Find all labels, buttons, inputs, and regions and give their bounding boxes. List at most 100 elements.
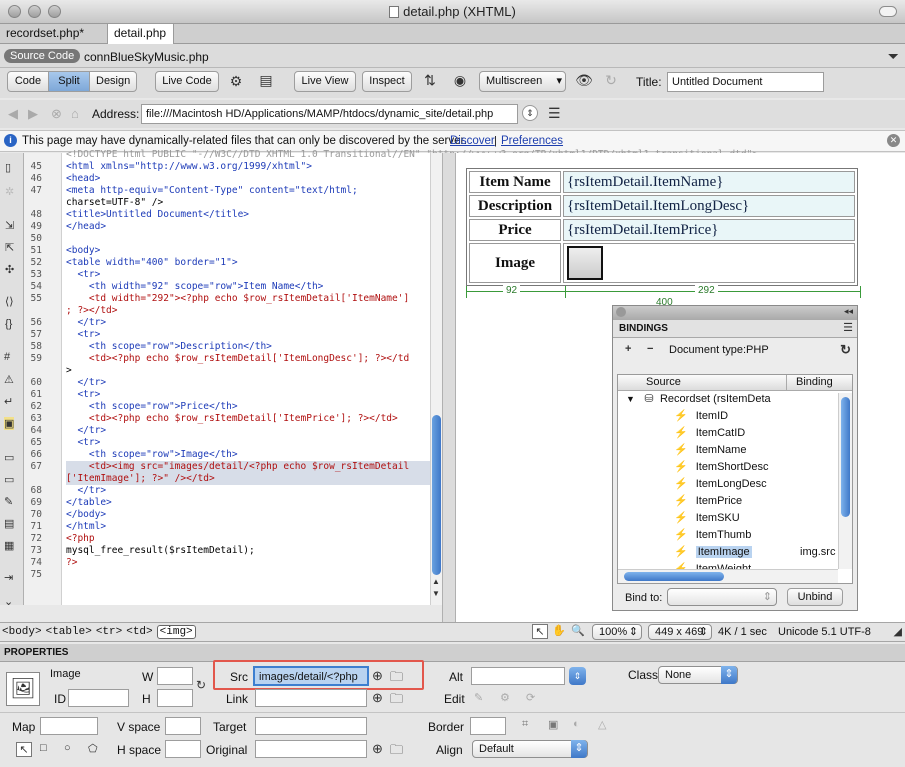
binding-field-row[interactable]: ⚡ ItemThumb <box>674 527 834 544</box>
link-point-to-file-icon[interactable]: ⊕ <box>372 690 383 706</box>
width-input[interactable] <box>157 667 193 685</box>
table-header-cell[interactable]: Description <box>469 195 561 217</box>
address-dropdown-icon[interactable]: ⇕ <box>522 105 538 121</box>
code-line[interactable]: ; ?></td> <box>66 305 430 317</box>
refresh-icon[interactable]: ↻ <box>602 72 620 89</box>
collapse-full-tag-icon[interactable]: ⇲ <box>5 219 14 232</box>
split-view-button[interactable]: Split <box>48 71 90 92</box>
design-view-button[interactable]: Design <box>89 71 137 92</box>
properties-title[interactable]: PROPERTIES <box>4 647 68 658</box>
source-column-header[interactable]: Source <box>646 376 681 388</box>
bind-to-select[interactable]: ⇕ <box>667 588 777 606</box>
code-line[interactable]: mysql_free_result($rsItemDetail); <box>66 545 430 557</box>
original-input[interactable] <box>255 740 367 758</box>
code-line[interactable]: <td><img src="images/detail/<?php echo $… <box>66 461 430 473</box>
code-line[interactable]: <th scope="row">Image</th> <box>66 449 430 461</box>
code-line[interactable]: charset=UTF-8" /> <box>66 197 430 209</box>
stop-icon[interactable]: ⊗ <box>51 106 62 122</box>
visual-aids-icon[interactable]: 👁 <box>573 72 595 89</box>
validate-icon[interactable]: ▤ <box>254 72 278 89</box>
code-view-button[interactable]: Code <box>7 71 49 92</box>
code-line[interactable]: <meta http-equiv="Content-Type" content=… <box>66 185 430 197</box>
code-scrollbar[interactable]: ▲ ▼ <box>430 153 442 605</box>
table-header-cell[interactable]: Price <box>469 219 561 241</box>
syntax-coloring-icon[interactable]: ▣ <box>4 417 15 430</box>
col2-width-label[interactable]: 292 <box>695 285 718 296</box>
code-line[interactable]: ['ItemImage']; ?>" /></td> <box>66 473 430 485</box>
class-select[interactable]: None ⇕ <box>658 666 738 684</box>
wrap-tag-icon[interactable]: ✎ <box>4 495 13 508</box>
collapse-panel-icon[interactable]: ◂◂ <box>844 306 853 317</box>
code-line[interactable]: </html> <box>66 521 430 533</box>
binding-field-row[interactable]: ⚡ ItemCatID <box>674 425 834 442</box>
code-scroll-thumb[interactable] <box>432 415 441 575</box>
polygon-hotspot-icon[interactable]: ⬠ <box>88 742 98 755</box>
rectangle-hotspot-icon[interactable]: □ <box>40 742 47 754</box>
move-css-icon[interactable]: ▦ <box>4 539 14 552</box>
tree-hscroll[interactable] <box>618 569 838 583</box>
binding-field-row[interactable]: ⚡ ItemShortDesc <box>674 459 834 476</box>
src-input[interactable]: images/detail/<?php <box>253 666 369 686</box>
binding-field-row[interactable]: ⚡ ItemSKU <box>674 510 834 527</box>
alt-dropdown-icon[interactable]: ⇕ <box>569 667 586 685</box>
live-view-options-icon[interactable]: ☰ <box>548 105 561 122</box>
vspace-input[interactable] <box>165 717 201 735</box>
highlight-invalid-code-icon[interactable]: ⚠ <box>4 373 14 386</box>
hand-tool-icon[interactable]: ✋ <box>551 624 567 637</box>
home-icon[interactable]: ⌂ <box>71 106 79 121</box>
binding-field-row[interactable]: ⚡ ItemImage img.src <box>674 544 835 561</box>
live-code-button[interactable]: Live Code <box>155 71 219 92</box>
code-line[interactable]: > <box>66 365 430 377</box>
code-line[interactable]: <html xmlns="http://www.w3.org/1999/xhtm… <box>66 161 430 173</box>
select-parent-tag-icon[interactable]: ⟨⟩ <box>5 295 14 308</box>
alt-input[interactable] <box>471 667 565 685</box>
bindings-tree[interactable]: Source Binding ▼ ⛁ Recordset (rsItemDeta … <box>617 374 853 584</box>
original-browse-folder-icon[interactable]: 🗀 <box>390 741 403 763</box>
circle-hotspot-icon[interactable]: ○ <box>64 742 71 754</box>
binding-field-row[interactable]: ⚡ ItemLongDesc <box>674 476 834 493</box>
code-line[interactable]: </tr> <box>66 485 430 497</box>
address-input[interactable]: file:///Macintosh HD/Applications/MAMP/h… <box>141 104 518 124</box>
apply-comment-icon[interactable]: ▭ <box>4 451 14 464</box>
tab-recordset[interactable]: recordset.php* <box>0 24 108 44</box>
point-to-file-icon[interactable]: ⊕ <box>372 668 383 684</box>
reset-size-icon[interactable]: ↻ <box>196 678 206 692</box>
link-browse-folder-icon[interactable]: 🗀 <box>390 690 403 712</box>
brightness-contrast-icon[interactable]: ◐ <box>573 718 580 730</box>
resample-icon[interactable]: ▣ <box>548 718 558 731</box>
binding-field-row[interactable]: ⚡ ItemID <box>674 408 834 425</box>
code-line[interactable] <box>66 569 430 581</box>
multiscreen-button[interactable]: Multiscreen ▾ <box>479 71 566 92</box>
binding-field-row[interactable]: ⚡ ItemPrice <box>674 493 834 510</box>
tag-selector-item[interactable]: <table> <box>46 626 92 638</box>
word-wrap-icon[interactable]: ↵ <box>4 395 13 408</box>
panel-titlebar[interactable]: ◂◂ <box>613 306 857 320</box>
back-icon[interactable]: ◀ <box>8 106 18 122</box>
remove-comment-icon[interactable]: ▭ <box>4 473 14 486</box>
code-line[interactable]: <td width="292"><?php echo $row_rsItemDe… <box>66 293 430 305</box>
table-data-cell[interactable]: {rsItemDetail.ItemName} <box>563 171 855 193</box>
target-input[interactable] <box>255 717 367 735</box>
unbind-button[interactable]: Unbind <box>787 588 843 606</box>
update-from-original-icon[interactable]: ⟳ <box>526 691 535 704</box>
scroll-down-arrow[interactable]: ▼ <box>432 589 440 598</box>
code-line[interactable]: </table> <box>66 497 430 509</box>
collapse-selection-icon[interactable]: ⇱ <box>5 241 14 254</box>
close-infobar-icon[interactable]: ✕ <box>887 134 900 147</box>
tree-vscroll-thumb[interactable] <box>841 397 850 517</box>
zoom-tool-icon[interactable]: 🔍 <box>570 624 586 637</box>
id-input[interactable] <box>68 689 129 707</box>
discover-link[interactable]: Discover <box>450 135 495 147</box>
resize-grip-icon[interactable]: ◢ <box>894 625 902 638</box>
disclosure-triangle-icon[interactable]: ▼ <box>626 394 635 404</box>
balance-braces-icon[interactable]: {} <box>5 318 12 330</box>
tag-selector-item[interactable]: <body> <box>2 626 42 638</box>
col1-width-label[interactable]: 92 <box>503 285 521 296</box>
crop-icon[interactable]: ⌗ <box>522 718 528 731</box>
code-line[interactable]: <body> <box>66 245 430 257</box>
title-input[interactable]: Untitled Document <box>667 72 824 92</box>
table-data-cell[interactable]: {rsItemDetail.ItemPrice} <box>563 219 855 241</box>
live-view-button[interactable]: Live View <box>294 71 356 92</box>
link-input[interactable] <box>255 689 367 707</box>
border-input[interactable] <box>470 717 506 735</box>
